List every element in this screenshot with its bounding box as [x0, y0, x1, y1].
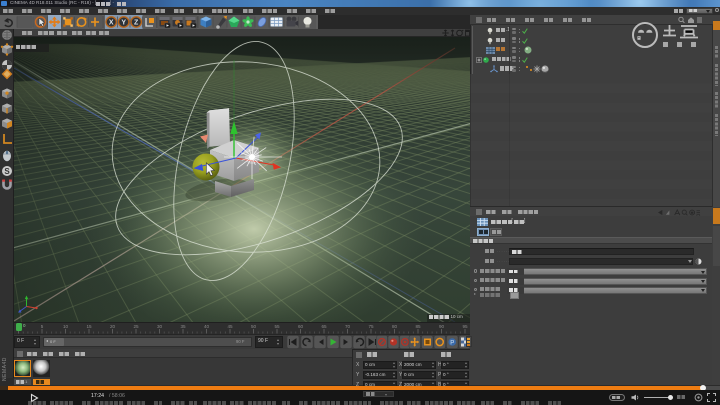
svg-text:50: 50 — [251, 324, 257, 329]
svg-text:60: 60 — [298, 324, 304, 329]
svg-text:X: X — [109, 19, 114, 26]
svg-text:S: S — [4, 167, 10, 176]
svg-text:10: 10 — [63, 324, 69, 329]
svg-text:35: 35 — [180, 324, 186, 329]
svg-text:45: 45 — [227, 324, 233, 329]
svg-text:Z: Z — [134, 19, 139, 26]
svg-text:85: 85 — [415, 324, 421, 329]
svg-text:70: 70 — [345, 324, 351, 329]
svg-text:55: 55 — [274, 324, 280, 329]
svg-text:20: 20 — [110, 324, 116, 329]
svg-text:75: 75 — [368, 324, 374, 329]
svg-text:40: 40 — [204, 324, 210, 329]
svg-text:30: 30 — [157, 324, 163, 329]
svg-text:80: 80 — [392, 324, 398, 329]
svg-text:Y: Y — [121, 19, 126, 26]
svg-text:90: 90 — [439, 324, 445, 329]
svg-text:5: 5 — [41, 324, 44, 329]
svg-text:15: 15 — [86, 324, 92, 329]
svg-text:P: P — [450, 340, 454, 346]
svg-text:95: 95 — [462, 324, 468, 329]
svg-text:25: 25 — [133, 324, 139, 329]
svg-text:65: 65 — [321, 324, 327, 329]
